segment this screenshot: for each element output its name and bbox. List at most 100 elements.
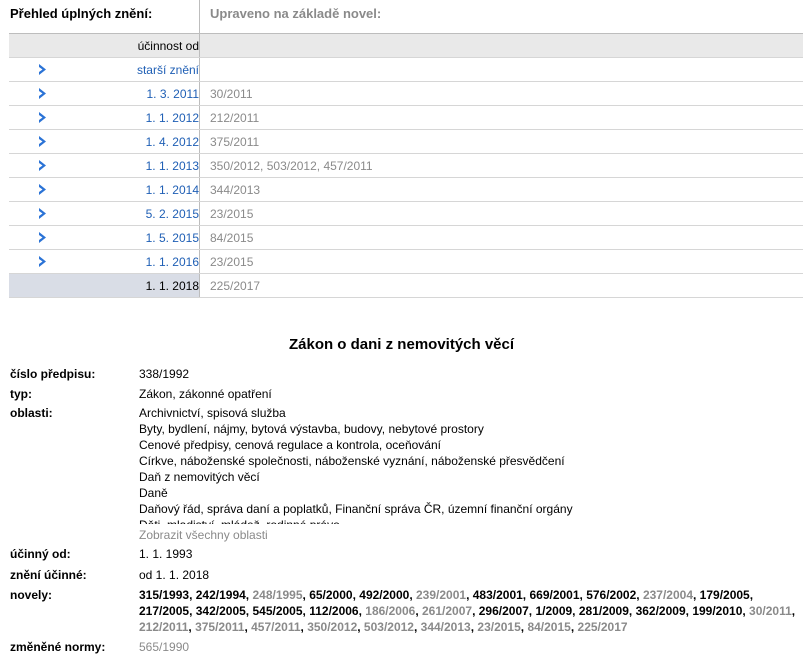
older-versions-cell[interactable]: starší znění <box>9 57 200 82</box>
novel-link[interactable]: 362/2009 <box>636 604 686 618</box>
novel-link[interactable]: 186/2006 <box>365 604 415 618</box>
novel-link[interactable]: 296/2007 <box>479 604 529 618</box>
novel-link[interactable]: 483/2001 <box>473 588 523 602</box>
law-area-item: Daňový řád, správa daní a poplatků, Fina… <box>139 502 573 516</box>
version-amendments: 344/2013 <box>199 177 803 202</box>
chevron-right-icon <box>39 88 46 99</box>
chevron-right-icon <box>39 256 46 267</box>
novel-link[interactable]: 350/2012 <box>307 620 357 634</box>
version-date-link[interactable]: 1. 5. 2015 <box>39 231 199 245</box>
law-area-item: Daně <box>139 486 168 500</box>
novel-link[interactable]: 669/2001 <box>529 588 579 602</box>
novel-link[interactable]: 217/2005 <box>139 604 189 618</box>
version-date-cell[interactable]: 1. 1. 2014 <box>9 177 200 202</box>
law-areas-label: oblasti: <box>10 406 53 420</box>
current-version-row: 1. 1. 2018 225/2017 <box>9 273 803 298</box>
version-amendments: 375/2011 <box>199 129 803 154</box>
version-date-link[interactable]: 1. 1. 2016 <box>39 255 199 269</box>
novel-link[interactable]: 492/2000 <box>359 588 409 602</box>
novel-link[interactable]: 65/2000 <box>309 588 352 602</box>
version-date-cell[interactable]: 1. 1. 2012 <box>9 105 200 130</box>
version-date-cell[interactable]: 1. 4. 2012 <box>9 129 200 154</box>
version-date-cell[interactable]: 1. 1. 2016 <box>9 249 200 274</box>
law-version-value: od 1. 1. 2018 <box>139 568 210 582</box>
novel-link[interactable]: 545/2005 <box>252 604 302 618</box>
current-version-date-cell: 1. 1. 2018 <box>9 273 200 298</box>
version-row[interactable]: 5. 2. 2015 23/2015 <box>9 201 803 226</box>
law-version-label: znění účinné: <box>10 568 87 582</box>
versions-table: účinnost od starší znění 1. 3. 2011 30/20… <box>9 33 803 298</box>
novel-link[interactable]: 261/2007 <box>422 604 472 618</box>
version-row[interactable]: 1. 1. 2014 344/2013 <box>9 177 803 202</box>
law-changed-value[interactable]: 565/1990 <box>139 640 799 654</box>
novel-link[interactable]: 225/2017 <box>578 620 628 634</box>
novel-link[interactable]: 503/2012 <box>364 620 414 634</box>
current-version-amendments: 225/2017 <box>199 273 803 298</box>
chevron-right-icon <box>39 208 46 219</box>
novel-link[interactable]: 344/2013 <box>421 620 471 634</box>
novel-link[interactable]: 315/1993 <box>139 588 189 602</box>
version-date-cell[interactable]: 5. 2. 2015 <box>9 201 200 226</box>
version-date-link[interactable]: 1. 1. 2012 <box>39 111 199 125</box>
novel-link[interactable]: 375/2011 <box>195 620 244 634</box>
novel-link[interactable]: 1/2009 <box>535 604 572 618</box>
law-effective-value: 1. 1. 1993 <box>139 547 193 561</box>
chevron-right-icon <box>39 136 46 147</box>
novel-link[interactable]: 457/2011 <box>251 620 300 634</box>
novel-link[interactable]: 179/2005 <box>700 588 750 602</box>
version-amendments: 23/2015 <box>199 201 803 226</box>
chevron-right-icon <box>39 232 46 243</box>
version-date-link[interactable]: 1. 3. 2011 <box>39 87 200 101</box>
version-date-link[interactable]: 1. 4. 2012 <box>39 135 199 149</box>
versions-overview-label: Přehled úplných znění: <box>10 6 153 21</box>
novel-link[interactable]: 281/2009 <box>579 604 629 618</box>
version-row[interactable]: 1. 1. 2013 350/2012, 503/2012, 457/2011 <box>9 153 803 178</box>
novel-link[interactable]: 342/2005 <box>196 604 246 618</box>
version-amendments: 212/2011 <box>199 105 803 130</box>
version-amendments: 350/2012, 503/2012, 457/2011 <box>199 153 803 178</box>
law-changed-label: změněné normy: <box>10 640 106 654</box>
version-date-link[interactable]: 1. 1. 2014 <box>39 183 199 197</box>
version-row[interactable]: 1. 1. 2016 23/2015 <box>9 249 803 274</box>
show-all-areas-link[interactable]: Zobrazit všechny oblasti <box>139 528 268 542</box>
version-row[interactable]: 1. 5. 2015 84/2015 <box>9 225 803 250</box>
version-amendments: 84/2015 <box>199 225 803 250</box>
chevron-right-icon <box>39 184 46 195</box>
law-novels-list: 315/1993, 242/1994, 248/1995, 65/2000, 4… <box>139 588 796 634</box>
novel-link[interactable]: 242/1994 <box>196 588 246 602</box>
chevron-right-icon <box>39 64 46 75</box>
novel-link[interactable]: 248/1995 <box>252 588 302 602</box>
novel-link[interactable]: 112/2006 <box>309 604 358 618</box>
novel-link[interactable]: 30/2011 <box>749 604 792 618</box>
law-number-value: 338/1992 <box>139 367 190 381</box>
version-date-cell[interactable]: 1. 5. 2015 <box>9 225 200 250</box>
novel-link[interactable]: 199/2010 <box>692 604 742 618</box>
novel-link[interactable]: 84/2015 <box>527 620 570 634</box>
version-date-cell[interactable]: 1. 1. 2013 <box>9 153 200 178</box>
version-amendments: 23/2015 <box>199 249 803 274</box>
novel-link[interactable]: 212/2011 <box>139 620 188 634</box>
version-date-link[interactable]: 1. 1. 2013 <box>39 159 199 173</box>
novel-link[interactable]: 23/2015 <box>477 620 520 634</box>
older-versions-link[interactable]: starší znění <box>39 63 199 77</box>
effective-from-header: účinnost od <box>9 33 200 58</box>
law-area-item: Církve, náboženské společnosti, nábožens… <box>139 454 565 468</box>
law-areas-list: Archivnictví, spisová služba Byty, bydlen… <box>139 405 794 524</box>
novel-link[interactable]: 576/2002 <box>586 588 636 602</box>
version-row[interactable]: 1. 4. 2012 375/2011 <box>9 129 803 154</box>
law-type-value: Zákon, zákonné opatření <box>139 387 272 401</box>
version-row[interactable]: 1. 3. 2011 30/2011 <box>9 81 803 106</box>
current-version-date: 1. 1. 2018 <box>145 278 199 293</box>
novel-link[interactable]: 237/2004 <box>643 588 693 602</box>
chevron-right-icon <box>39 160 46 171</box>
law-area-item: Cenové předpisy, cenová regulace a kontr… <box>139 438 441 452</box>
version-date-cell[interactable]: 1. 3. 2011 <box>9 81 200 106</box>
older-versions-row[interactable]: starší znění <box>9 57 803 82</box>
law-area-item: Byty, bydlení, nájmy, bytová výstavba, b… <box>139 422 484 436</box>
version-row[interactable]: 1. 1. 2012 212/2011 <box>9 105 803 130</box>
law-type-label: typ: <box>10 387 32 401</box>
law-area-item: Děti, mladiství, mládež, rodinné právo <box>139 517 794 524</box>
version-date-link[interactable]: 5. 2. 2015 <box>39 207 199 221</box>
novel-link[interactable]: 239/2001 <box>416 588 466 602</box>
amendments-header <box>199 33 803 58</box>
